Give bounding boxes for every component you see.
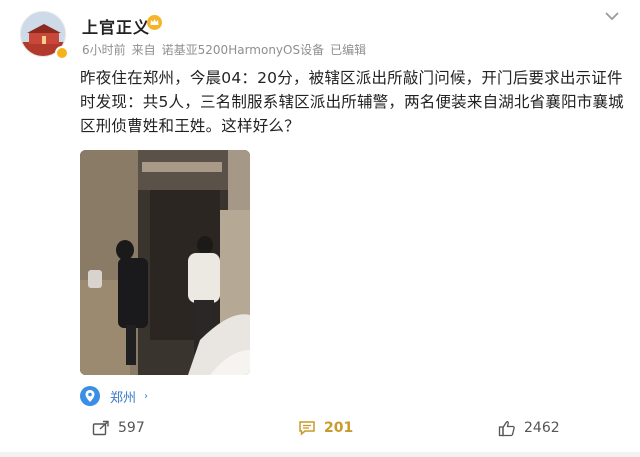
post-time: 6小时前	[82, 43, 126, 57]
repost-button[interactable]: 597	[92, 413, 145, 443]
author-name[interactable]: 上官正义	[82, 14, 150, 38]
repost-icon	[92, 420, 109, 436]
location-pin-icon	[80, 386, 100, 406]
source-prefix: 来自	[131, 43, 156, 57]
post-text: 昨夜住在郑州，今晨04：20分，被辖区派出所敲门问候，开门后要求出示证件时发现：…	[80, 69, 624, 135]
location-tag[interactable]: 郑州 ›	[80, 385, 148, 407]
post-header: 上官正义 6小时前 来自 诺基亚5200HarmonyOS设备 已编辑	[0, 0, 640, 66]
comment-icon	[299, 421, 315, 436]
like-button[interactable]: 2462	[498, 413, 560, 443]
post-meta: 6小时前 来自 诺基亚5200HarmonyOS设备 已编辑	[82, 41, 372, 58]
comment-count: 201	[324, 420, 354, 436]
source-device[interactable]: 诺基亚5200HarmonyOS设备	[162, 43, 324, 57]
divider	[0, 452, 640, 457]
location-label: 郑州	[110, 390, 137, 406]
edited-label[interactable]: 已编辑	[330, 43, 366, 57]
post-photo[interactable]	[80, 150, 250, 375]
action-bar: 597 201 2462	[0, 413, 640, 443]
location-arrow: ›	[144, 390, 149, 402]
crown-icon	[147, 15, 162, 30]
like-count: 2462	[524, 420, 560, 436]
thumbs-up-icon	[498, 420, 515, 436]
chevron-down-icon[interactable]	[604, 10, 620, 22]
comment-button[interactable]: 201	[298, 413, 353, 443]
hotel-corridor-photo	[80, 150, 250, 375]
verified-badge-icon	[55, 46, 69, 60]
repost-count: 597	[118, 420, 145, 436]
